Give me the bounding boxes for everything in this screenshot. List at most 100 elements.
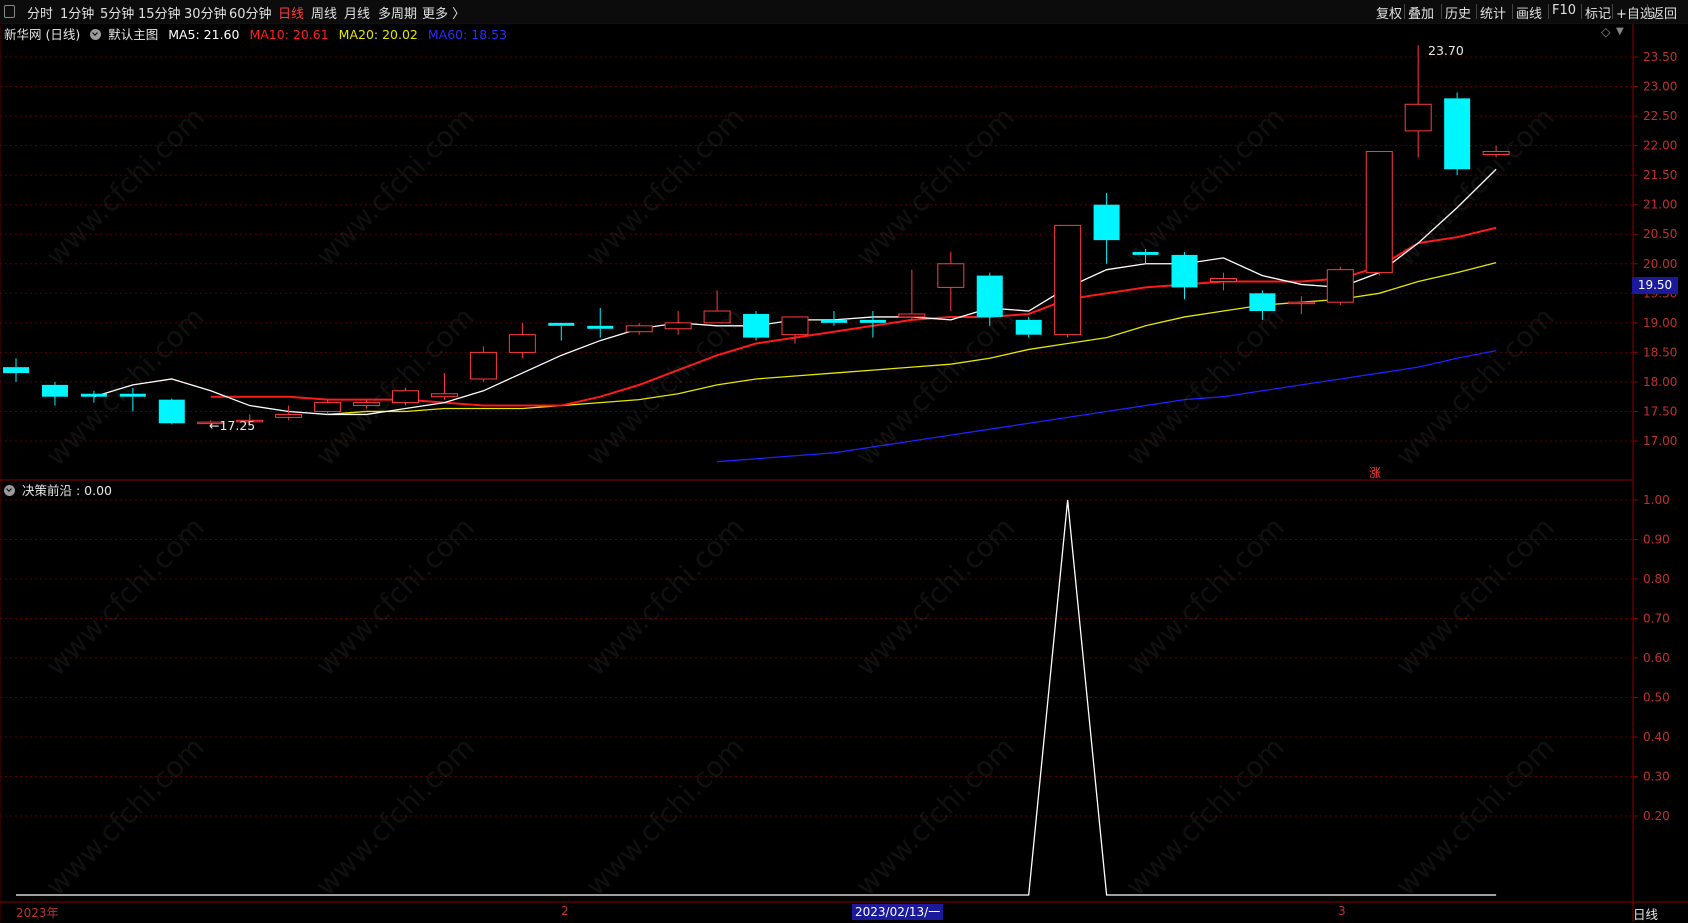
y-tick-label: 0.90: [1643, 533, 1670, 547]
candle-body-down: [743, 313, 770, 338]
period-indicator[interactable]: 日线: [1633, 904, 1658, 923]
menu-icon[interactable]: [4, 5, 15, 18]
ma60-label: MA60: 18.53: [427, 27, 508, 42]
candle-body-down: [3, 367, 29, 374]
candle-body-up: [275, 413, 303, 418]
candle-body-up: [898, 313, 926, 318]
toolbar-right-item-0[interactable]: 复权: [1376, 3, 1402, 22]
cursor-date-tag: 2023/02/13/一: [852, 904, 944, 920]
toolbar-right-item-1[interactable]: 叠加: [1408, 3, 1434, 22]
candle-body-up: [937, 263, 965, 288]
ma10-label: MA10: 20.61: [249, 27, 329, 42]
toolbar-item-5[interactable]: 60分钟: [229, 3, 272, 22]
ma10-line: [210, 226, 1497, 407]
candle-body-down: [587, 325, 614, 329]
ma20-label: MA20: 20.02: [338, 27, 418, 42]
y-tick-label: 22.00: [1643, 139, 1677, 153]
candle-body-up: [392, 390, 419, 404]
candle-body-down: [80, 393, 107, 397]
toolbar-right-item-5[interactable]: F10: [1552, 3, 1576, 18]
template-name[interactable]: 默认主图: [108, 27, 158, 42]
caret-icon[interactable]: ▼: [1616, 26, 1624, 37]
candle-body-up: [664, 322, 692, 330]
candle-body-up: [1326, 269, 1354, 303]
y-tick-label: 20.00: [1643, 257, 1677, 271]
toolbar-item-8[interactable]: 月线: [344, 3, 370, 22]
candle-body-down: [1093, 204, 1120, 241]
ma60-line: [717, 349, 1497, 463]
period-toolbar: 分时 1分钟 5分钟 15分钟 30分钟 60分钟 日线 周线 月线 多周期 更多 〉 复权 叠加 历史统…: [0, 0, 1688, 24]
toolbar-separator: [1476, 4, 1477, 19]
candle-body-up: [1482, 151, 1510, 155]
candle-body-up: [469, 351, 497, 380]
y-tick-label: 0.40: [1643, 730, 1670, 744]
toolbar-separator: [1404, 4, 1405, 19]
candle-body-up: [1287, 301, 1315, 305]
toolbar-right-item-4[interactable]: 画线: [1516, 3, 1542, 22]
candle-body-down: [548, 322, 575, 326]
candle-body-up: [625, 325, 653, 333]
candle-body-down: [1249, 293, 1276, 312]
toolbar-separator: [1581, 4, 1582, 19]
toolbar-right-item-2[interactable]: 历史: [1445, 3, 1471, 22]
toolbar-item-6[interactable]: 日线: [278, 3, 304, 22]
y-tick-label: 23.00: [1643, 80, 1677, 94]
candle-body-down: [1444, 98, 1471, 170]
low-price-marker: ←17.25: [209, 418, 256, 433]
toolbar-item-4[interactable]: 30分钟: [184, 3, 227, 22]
y-tick-label: 21.00: [1643, 198, 1677, 212]
toolbar-separator: [1647, 4, 1648, 19]
chart-header: 新华网 (日线) 默认主图 MA5: 21.60 MA10: 20.61 MA2…: [4, 24, 507, 43]
toolbar-item-3[interactable]: 15分钟: [138, 3, 181, 22]
candle-body-up: [430, 393, 458, 398]
kline-chart: 17.0017.5018.0018.5019.0019.5020.0020.50…: [0, 24, 1688, 922]
candle-body-down: [976, 275, 1003, 317]
toolbar-item-0[interactable]: 分时: [27, 3, 53, 22]
y-tick-label: 21.50: [1643, 168, 1677, 182]
stock-name: 新华网 (日线): [4, 27, 81, 42]
diamond-icon[interactable]: ◇: [1601, 24, 1611, 39]
ma5-label: MA5: 21.60: [168, 27, 240, 42]
y-tick-label: 0.30: [1643, 770, 1670, 784]
toolbar-item-7[interactable]: 周线: [311, 3, 337, 22]
current-price-tag: 19.50: [1632, 277, 1678, 294]
candle-body-up: [1404, 103, 1432, 132]
toolbar-item-10[interactable]: 更多 〉: [422, 3, 465, 22]
high-price-marker: 23.70: [1428, 43, 1464, 58]
toolbar-separator: [1441, 4, 1442, 19]
toolbar-right-item-8[interactable]: 返回: [1651, 3, 1677, 22]
candle-body-up: [781, 316, 809, 336]
y-tick-label: 17.00: [1643, 434, 1677, 448]
y-tick-label: 17.50: [1643, 404, 1677, 418]
ma5-line: [93, 168, 1497, 416]
toolbar-separator: [1548, 4, 1549, 19]
candle-body-up: [703, 310, 731, 324]
candle-body-up: [1054, 224, 1082, 336]
x-label-mar: 3: [1338, 904, 1346, 918]
y-tick-label: 19.00: [1643, 316, 1677, 330]
candle-body-down: [820, 319, 847, 323]
y-tick-label: 18.00: [1643, 375, 1677, 389]
toolbar-right-item-6[interactable]: 标记: [1585, 3, 1611, 22]
y-tick-label: 20.50: [1643, 227, 1677, 241]
toolbar-item-9[interactable]: 多周期: [378, 3, 417, 22]
y-tick-label: 0.80: [1643, 572, 1670, 586]
candle-body-down: [41, 384, 68, 397]
y-tick-label: 18.50: [1643, 345, 1677, 359]
indicator-label: 决策前沿 : 0.00: [21, 483, 112, 498]
y-tick-label: 0.50: [1643, 691, 1670, 705]
x-label-year: 2023年: [16, 906, 59, 920]
dropdown-circle-icon[interactable]: [90, 29, 102, 40]
y-tick-label: 23.50: [1643, 50, 1677, 64]
candle-body-up: [1209, 278, 1237, 282]
toolbar-right-item-3[interactable]: 统计: [1480, 3, 1506, 22]
y-tick-label: 0.60: [1643, 651, 1670, 665]
candle-body-up: [1365, 151, 1393, 274]
candle-body-up: [353, 402, 381, 407]
toolbar-item-1[interactable]: 1分钟: [60, 3, 94, 22]
candle-body-down: [119, 393, 146, 397]
dropdown-circle-icon[interactable]: [4, 485, 15, 496]
toolbar-item-2[interactable]: 5分钟: [100, 3, 134, 22]
y-tick-label: 0.70: [1643, 612, 1670, 626]
x-label-feb: 2: [561, 904, 569, 918]
